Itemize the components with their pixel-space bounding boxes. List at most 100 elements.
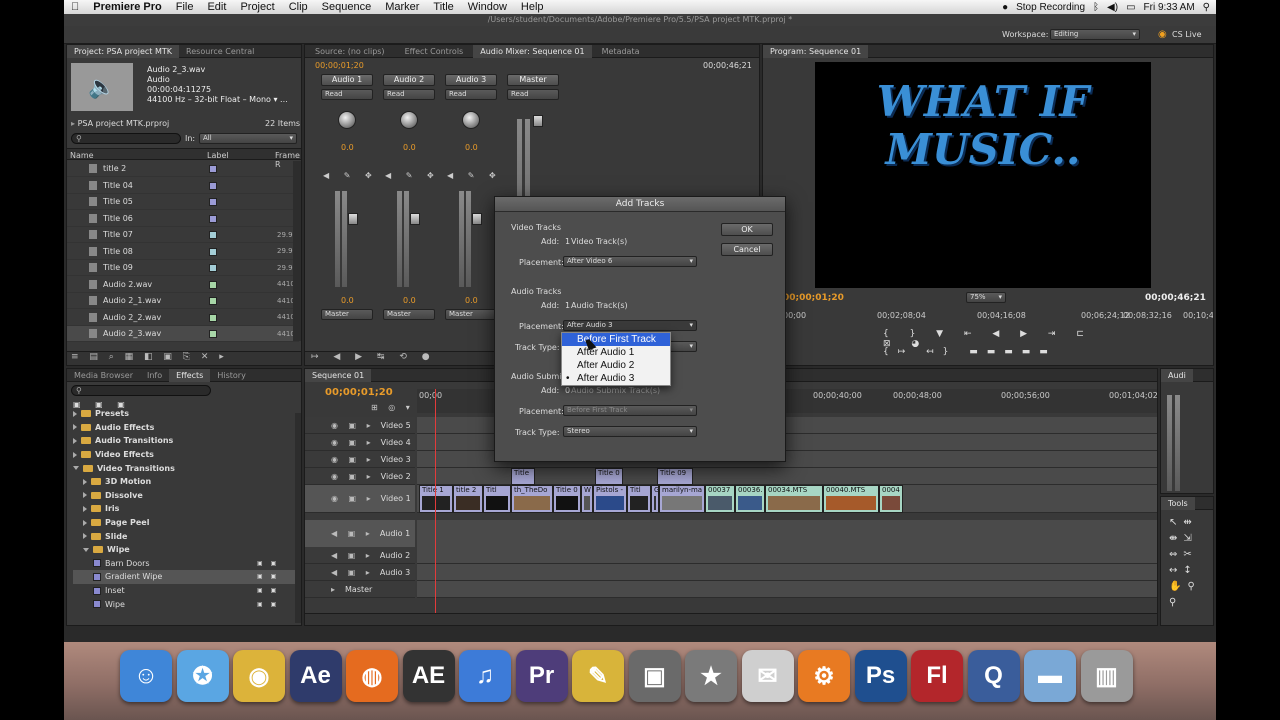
track-toggle-icons[interactable]: ◀ ▣ ▸ [331,568,374,577]
premiere-icon[interactable]: Pr [515,650,568,702]
playhead[interactable] [435,389,436,613]
timeline-clip[interactable]: Title 09 [657,468,693,485]
finder-icon[interactable]: ☺ [120,650,172,702]
track-toggle-icons[interactable]: ◀ ▣ ▸ [331,551,374,560]
iphoto-icon[interactable]: ▣ [628,650,681,702]
timeline-clip[interactable]: 0004 [879,485,903,513]
pan-knob-2[interactable] [400,111,418,129]
menu-option-after-audio-2[interactable]: After Audio 2 [562,359,670,372]
effects-item[interactable]: Video Effects [73,448,295,462]
video-count-field[interactable]: 1 [565,237,570,246]
preview-icon[interactable]: ✉ [741,650,794,702]
quicktime-icon[interactable]: Q [967,650,1020,702]
tab-source[interactable]: Source: (no clips) [305,45,395,58]
tab-effects[interactable]: Effects [169,369,211,382]
timeline-clip[interactable]: Title [511,468,535,485]
doodle-icon[interactable]: ✎ [572,650,624,702]
timeline-clip[interactable]: Titl [627,485,651,513]
program-ruler[interactable]: 00;00 00;02;08;04 00;04;16;08 00;06;24;12 00… [783,311,1213,323]
tab-tools[interactable]: Tools [1161,497,1195,510]
tab-history[interactable]: History [210,369,252,382]
volume-icon[interactable]: ◀) [1107,2,1118,13]
ae-logo-icon[interactable]: AE [402,650,455,702]
output-select-1[interactable]: Master [321,309,373,320]
effects-item[interactable]: Page Peel [73,516,295,530]
itunes-icon[interactable]: ♫ [459,650,511,702]
cs-live-label[interactable]: CS Live [1172,30,1202,39]
track-toggle-icons[interactable]: ◉ ▣ ▸ [331,455,375,464]
track-toggle-icons[interactable]: ◀ ▣ ▸ [331,529,374,538]
menu-edit[interactable]: Edit [200,1,233,13]
disclosure-open-icon[interactable] [73,466,79,471]
disclosure-closed-icon[interactable] [83,492,87,499]
program-transport-bottom[interactable]: {↦ ↤} ▬▬▬▬▬ [883,347,1103,359]
after-effects-icon[interactable]: Ae [289,650,342,702]
project-item[interactable]: Audio 2_1.wav 4410 [67,293,299,309]
audio-placement-select[interactable]: After Audio 3 ▾ [563,320,697,331]
channel-controls-3[interactable]: ◀ ✎ ✥ [447,171,502,180]
effects-item[interactable]: 3D Motion [73,475,295,489]
disclosure-closed-icon[interactable] [83,533,87,540]
pan-value-2[interactable]: 0.0 [403,143,416,152]
tab-effect-controls[interactable]: Effect Controls [395,45,474,58]
project-item[interactable]: title 2 [67,161,299,177]
in-filter-select[interactable]: All ▾ [199,133,297,144]
trash-icon[interactable]: ▥ [1080,650,1133,702]
project-item[interactable]: Title 08 29.9 [67,244,299,260]
effects-item[interactable]: Iris [73,502,295,516]
track-toggle-icons[interactable]: ◉ ▣ ▸ [331,472,375,481]
channel-name-2[interactable]: Audio 2 [383,74,435,86]
output-select-2[interactable]: Master [383,309,435,320]
track-header[interactable]: ◉ ▣ ▸ Video 3 [305,451,415,468]
effects-item[interactable]: Presets [73,407,295,421]
project-item[interactable]: Title 06 [67,211,299,227]
automation-select-3[interactable]: Read [445,89,497,100]
firefox-icon[interactable]: ◍ [346,650,398,702]
tab-sequence[interactable]: Sequence 01 [305,369,372,382]
clock[interactable]: Fri 9:33 AM [1144,2,1195,13]
program-monitor[interactable]: WHAT IF MUSIC.. [815,62,1151,288]
output-select-3[interactable]: Master [445,309,497,320]
track-header[interactable]: ◉ ▣ ▸ Video 4 [305,434,415,451]
track-lane[interactable] [417,564,1157,581]
cs-live-icon[interactable]: ◉ [1158,29,1167,40]
effects-item[interactable]: Video Transitions [73,461,295,475]
effects-item[interactable]: Inset ▣ ▣ [73,584,295,598]
track-header[interactable]: ◀ ▣ ▸ Audio 2 [305,547,415,564]
timeline-timecode[interactable]: 00;00;01;20 [325,387,393,398]
pan-value-1[interactable]: 0.0 [341,143,354,152]
disclosure-closed-icon[interactable] [73,410,77,417]
automation-select-2[interactable]: Read [383,89,435,100]
tab-media-browser[interactable]: Media Browser [67,369,140,382]
project-item[interactable]: Audio 2_3.wav 4410 [67,326,299,342]
effects-item[interactable]: Wipe [73,543,295,557]
timeline-clip[interactable]: 00037 [705,485,735,513]
channel-controls-2[interactable]: ◀ ✎ ✥ [385,171,440,180]
battery-icon[interactable]: ▭ [1126,2,1135,13]
disclosure-closed-icon[interactable] [73,437,77,444]
spotlight-icon[interactable]: ⚲ [1203,2,1210,13]
effects-search-input[interactable]: ⚲ [71,385,211,396]
submix-placement-select[interactable]: Before First Track ▾ [563,405,697,416]
fader-1[interactable] [348,213,358,225]
tab-program[interactable]: Program: Sequence 01 [763,45,869,58]
tab-metadata[interactable]: Metadata [592,45,650,58]
timeline-clip[interactable]: Title 0 [595,468,623,485]
effects-item[interactable]: Barn Doors ▣ ▣ [73,557,295,571]
submix-count-field[interactable]: 0 [565,386,570,395]
menu-sequence[interactable]: Sequence [315,1,379,13]
track-header[interactable]: ◀ ▣ ▸ Audio 3 [305,564,415,581]
tab-audio-mixer[interactable]: Audio Mixer: Sequence 01 [473,45,592,58]
program-timecode[interactable]: 00;00;01;20 [783,293,844,303]
channel-name-3[interactable]: Audio 3 [445,74,497,86]
effects-item[interactable]: Audio Transitions [73,434,295,448]
photoshop-icon[interactable]: Ps [854,650,907,702]
tab-audio-meters[interactable]: Audi [1161,369,1193,382]
tool-icons[interactable]: ↖⇹ ⇼⇲ ⇔✂ ↔↕ ✋⚲ ⚲ [1169,515,1207,611]
disclosure-closed-icon[interactable] [83,478,87,485]
effects-scrollbar[interactable] [295,413,301,623]
track-header[interactable]: ◉ ▣ ▸ Video 2 [305,468,415,485]
timeline-clip[interactable]: marilyn-ma [659,485,705,513]
track-header[interactable]: ◉ ▣ ▸ Video 1 [305,485,415,513]
effects-item[interactable]: Slide [73,529,295,543]
